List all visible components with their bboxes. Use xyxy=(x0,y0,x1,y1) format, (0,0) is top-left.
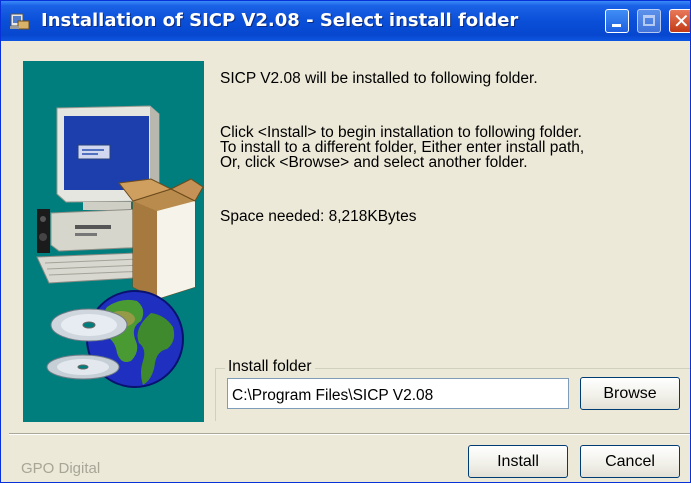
installer-illustration xyxy=(23,61,204,422)
install-button[interactable]: Install xyxy=(468,445,568,478)
installer-window: Installation of SICP V2.08 - Select inst… xyxy=(0,0,691,483)
close-icon: ✕ xyxy=(673,9,690,33)
maximize-button[interactable] xyxy=(637,9,661,33)
browse-button[interactable]: Browse xyxy=(580,377,680,410)
space-needed-text: Space needed: 8,218KBytes xyxy=(220,208,417,225)
close-button[interactable]: ✕ xyxy=(669,9,690,33)
window-title: Installation of SICP V2.08 - Select inst… xyxy=(41,10,519,31)
maximize-icon xyxy=(643,15,655,26)
minimize-icon xyxy=(612,24,621,27)
title-bar[interactable]: Installation of SICP V2.08 - Select inst… xyxy=(1,1,690,41)
installer-icon xyxy=(10,13,30,30)
instructions-text: Click <Install> to begin installation to… xyxy=(220,124,585,171)
brand-label: GPO Digital xyxy=(21,460,101,477)
destination-message: SICP V2.08 will be installed to followin… xyxy=(220,70,538,87)
cancel-button[interactable]: Cancel xyxy=(580,445,680,478)
footer-separator xyxy=(9,433,690,435)
computer-illustration xyxy=(36,105,204,388)
install-path-input[interactable] xyxy=(227,378,569,409)
minimize-button[interactable] xyxy=(605,9,629,33)
install-folder-label: Install folder xyxy=(225,358,315,376)
